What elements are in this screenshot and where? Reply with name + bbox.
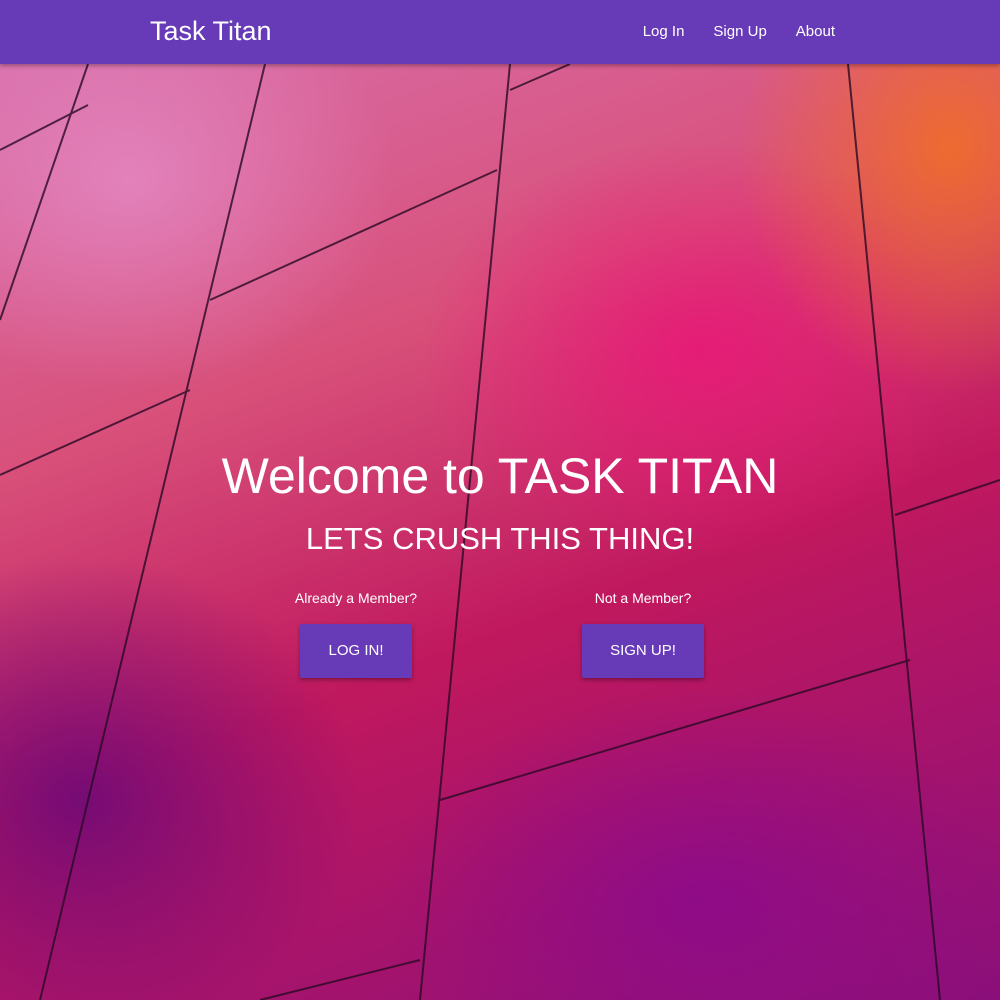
- nav-signup-link[interactable]: Sign Up: [713, 23, 766, 40]
- nav-about-link[interactable]: About: [796, 23, 835, 40]
- hero-title: Welcome to TASK TITAN: [221, 448, 779, 504]
- signup-button[interactable]: SIGN UP!: [582, 624, 704, 678]
- hero-section: Welcome to TASK TITAN LETS CRUSH THIS TH…: [0, 445, 1000, 557]
- brand-logo[interactable]: Task Titan: [150, 16, 272, 47]
- signup-column: Not a Member? SIGN UP!: [543, 590, 743, 678]
- hero-subtitle: LETS CRUSH THIS THING!: [305, 521, 695, 556]
- nav-login-link[interactable]: Log In: [643, 23, 685, 40]
- login-prompt: Already a Member?: [294, 590, 418, 606]
- login-button[interactable]: LOG IN!: [300, 624, 412, 678]
- navbar: Task Titan Log In Sign Up About: [0, 0, 1000, 64]
- signup-prompt: Not a Member?: [594, 590, 692, 606]
- login-column: Already a Member? LOG IN!: [256, 590, 456, 678]
